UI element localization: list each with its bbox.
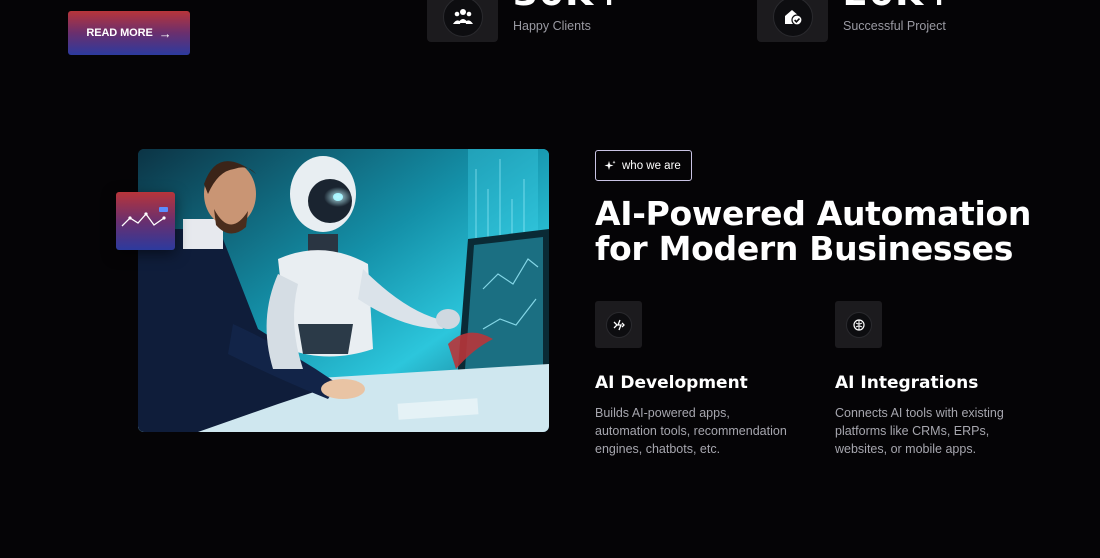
read-more-button[interactable]: READ MORE →	[68, 11, 190, 55]
feature-description: Connects AI tools with existing platform…	[835, 406, 1004, 456]
feature-title: AI Development	[595, 373, 748, 393]
section-tag: who we are	[595, 150, 692, 181]
headline-line-1: AI-Powered Automation	[595, 194, 1032, 233]
stat-value: 20K+	[843, 0, 955, 14]
feature-ai-development: AI Development Builds AI-powered apps, a…	[595, 301, 795, 458]
brain-chip-icon	[845, 311, 872, 338]
read-more-label: READ MORE	[86, 27, 153, 39]
stat-label: Happy Clients	[513, 19, 591, 33]
lightning-code-icon	[605, 311, 632, 338]
stat-icon-box	[757, 0, 828, 42]
feature-icon-box	[835, 301, 882, 348]
sparkle-icon	[604, 160, 616, 170]
stat-label: Successful Project	[843, 19, 946, 33]
stat-icon-box	[427, 0, 498, 42]
feature-icon-box	[595, 301, 642, 348]
page-title: AI-Powered Automation for Modern Busines…	[595, 196, 1065, 266]
chart-card-icon	[116, 192, 175, 250]
house-check-icon	[772, 0, 813, 37]
users-group-icon	[442, 0, 483, 37]
page: READ MORE → 30K+ Happy Clients	[0, 0, 1100, 558]
section-tag-label: who we are	[622, 159, 681, 172]
stat-value: 30K+	[513, 0, 625, 14]
feature-title: AI Integrations	[835, 373, 979, 393]
feature-ai-integrations: AI Integrations Connects AI tools with e…	[835, 301, 1035, 458]
headline-line-2: for Modern Businesses	[595, 229, 1014, 268]
hero-image-businessman-robot	[138, 149, 549, 432]
feature-description: Builds AI-powered apps, automation tools…	[595, 406, 787, 456]
arrow-right-icon: →	[158, 25, 172, 41]
